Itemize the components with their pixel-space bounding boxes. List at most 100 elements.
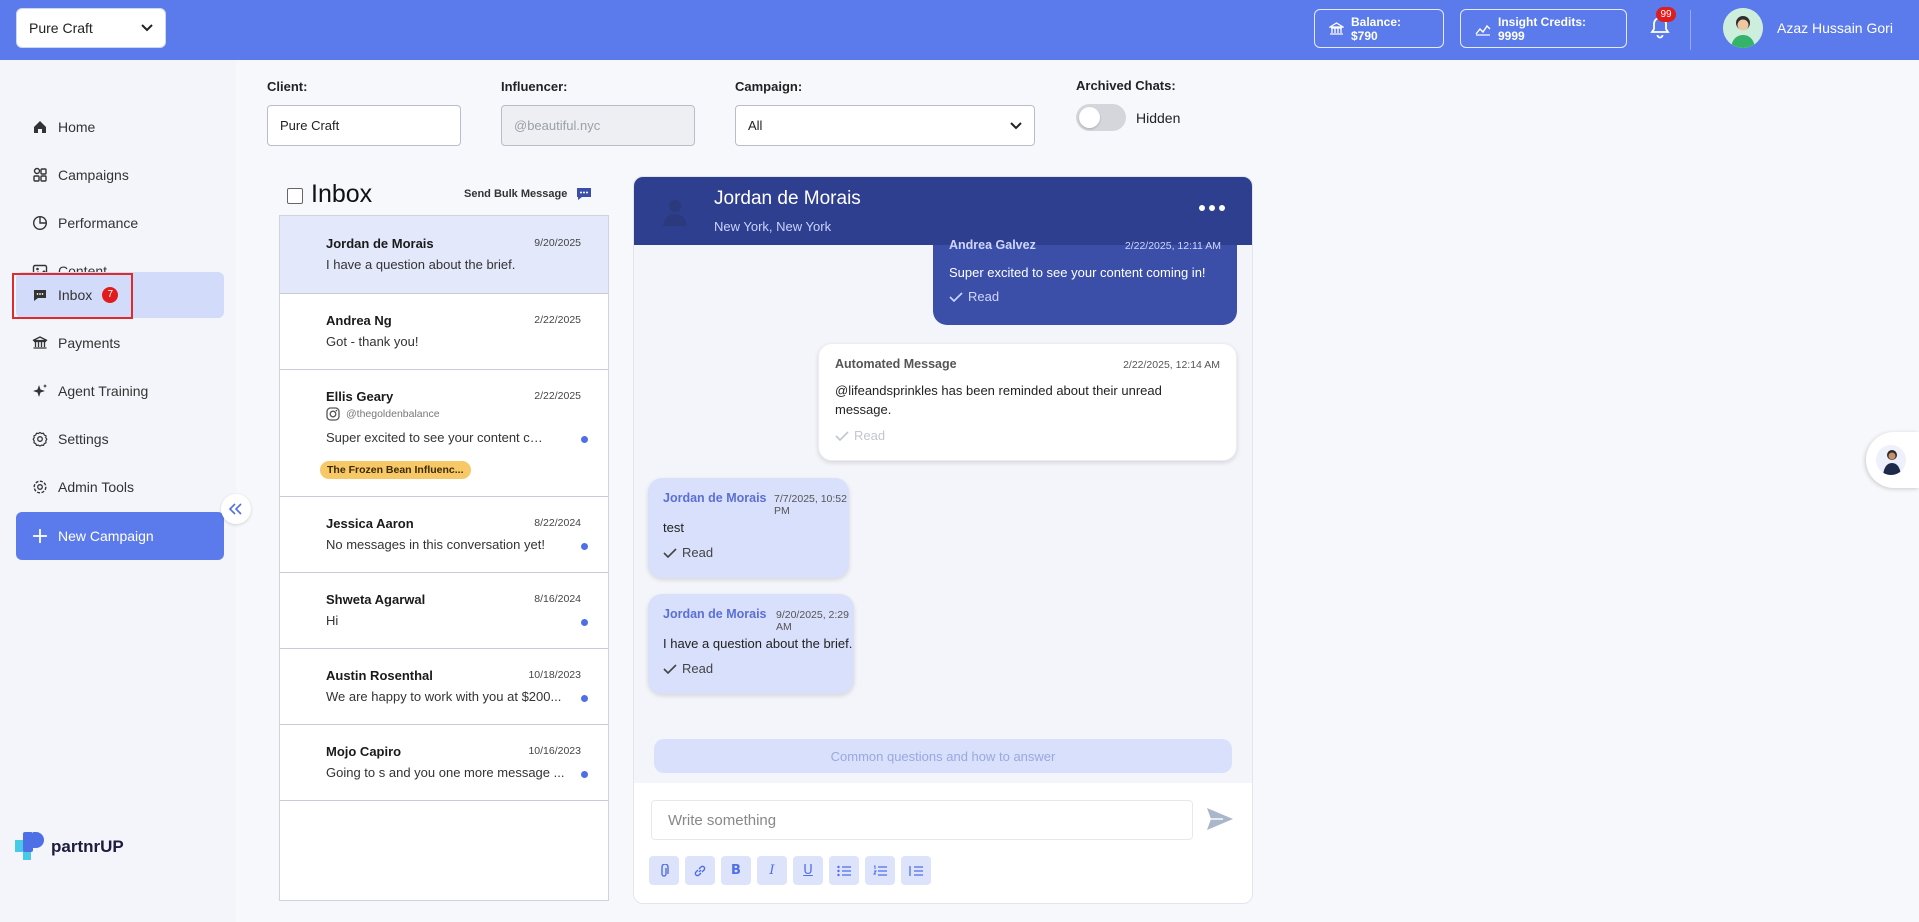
attach-icon[interactable] xyxy=(649,856,679,885)
conversation-preview: I have a question about the brief. xyxy=(326,257,516,272)
link-icon[interactable] xyxy=(685,856,715,885)
insight-credits-button[interactable]: Insight Credits: 9999 xyxy=(1460,9,1627,48)
insight-chart-icon xyxy=(1475,22,1491,36)
read-status: Read xyxy=(854,428,886,443)
double-chevron-left-icon xyxy=(229,503,243,515)
bank-icon xyxy=(1329,21,1344,36)
user-menu[interactable]: Azaz Hussain Gori xyxy=(1723,8,1893,48)
client-field[interactable]: Pure Craft xyxy=(267,105,461,146)
inbox-highlight-outline xyxy=(12,273,133,319)
gear-icon xyxy=(32,431,48,447)
message-time: 2/22/2025, 12:11 AM xyxy=(1124,240,1221,252)
unread-dot xyxy=(581,695,588,702)
campaign-select[interactable]: All xyxy=(735,105,1035,146)
indent-list-icon[interactable] xyxy=(901,856,931,885)
conversation-item[interactable]: Jordan de Morais 9/20/2025 I have a ques… xyxy=(280,216,608,294)
check-icon xyxy=(835,430,849,441)
chevron-down-icon xyxy=(1010,121,1022,130)
sidebar: Home Campaigns Performance Content Inbox… xyxy=(0,60,236,922)
message-bubble: Andrea Galvez 2/22/2025, 12:11 AM Super … xyxy=(933,238,1237,325)
message-text: test xyxy=(663,520,684,535)
unread-dot xyxy=(581,619,588,626)
floating-assistant-button[interactable] xyxy=(1866,432,1919,488)
archived-chats-toggle[interactable] xyxy=(1076,104,1126,131)
unread-dot xyxy=(581,543,588,550)
influencer-field[interactable]: @beautiful.nyc xyxy=(501,105,695,146)
balance-button[interactable]: Balance: $790 xyxy=(1314,9,1444,48)
top-bar: Pure Craft Balance: $790 Insight Credits… xyxy=(0,0,1919,60)
conversation-name: Andrea Ng xyxy=(326,313,392,328)
plus-icon xyxy=(32,528,48,544)
sidebar-item-payments[interactable]: Payments xyxy=(16,320,224,366)
conversation-name: Austin Rosenthal xyxy=(326,668,433,683)
message-text: Super excited to see your content coming… xyxy=(949,265,1206,280)
message-text: I have a question about the brief. xyxy=(663,636,853,651)
sidebar-item-label: Agent Training xyxy=(58,383,149,399)
select-all-checkbox[interactable] xyxy=(287,188,303,204)
underline-icon[interactable]: U xyxy=(793,856,823,885)
sidebar-item-settings[interactable]: Settings xyxy=(16,416,224,462)
campaign-value: All xyxy=(748,118,763,133)
sidebar-item-label: Payments xyxy=(58,335,121,351)
conversation-item[interactable]: Mojo Capiro 10/16/2023 Going to s and yo… xyxy=(280,725,608,801)
conversation-item[interactable]: Andrea Ng 2/22/2025 Got - thank you! xyxy=(280,294,608,370)
instagram-icon xyxy=(326,407,340,421)
message-sender: Jordan de Morais xyxy=(663,491,767,505)
chat-bubble-icon xyxy=(575,186,593,202)
message-text: message. xyxy=(835,402,892,417)
send-icon[interactable] xyxy=(1202,801,1238,837)
conversation-item[interactable]: Shweta Agarwal 8/16/2024 Hi xyxy=(280,573,608,649)
pie-chart-icon xyxy=(32,215,48,231)
send-bulk-message-button[interactable]: Send Bulk Message xyxy=(464,186,593,202)
client-value: Pure Craft xyxy=(280,118,340,133)
conversation-name: Jordan de Morais xyxy=(326,236,434,251)
assistant-avatar xyxy=(1876,445,1906,475)
contact-avatar-icon xyxy=(658,194,692,228)
partnrup-logo: partnrUP xyxy=(15,832,124,862)
numbered-list-icon[interactable] xyxy=(865,856,895,885)
sidebar-item-label: Settings xyxy=(58,431,109,447)
italic-icon[interactable]: I xyxy=(757,856,787,885)
conversation-name: Jessica Aaron xyxy=(326,516,414,531)
admin-gear-icon xyxy=(32,479,48,495)
common-questions-button[interactable]: Common questions and how to answer xyxy=(654,739,1232,773)
logo-text: partnrUP xyxy=(51,837,124,856)
brand-select-value: Pure Craft xyxy=(29,20,93,36)
message-text: @lifeandsprinkles has been reminded abou… xyxy=(835,383,1162,398)
campaign-tag: The Frozen Bean Influenc... xyxy=(320,461,471,479)
read-status: Read xyxy=(682,545,714,560)
influencer-label: Influencer: xyxy=(501,79,568,94)
check-icon xyxy=(949,291,963,302)
conversation-handle: @thegoldenbalance xyxy=(326,407,440,421)
new-campaign-label: New Campaign xyxy=(58,528,154,544)
sidebar-item-admin-tools[interactable]: Admin Tools xyxy=(16,464,224,510)
conversation-date: 2/22/2025 xyxy=(534,390,581,402)
check-icon xyxy=(663,547,677,558)
read-receipt: Read xyxy=(949,289,999,304)
client-label: Client: xyxy=(267,79,308,94)
sparkle-icon xyxy=(32,383,48,399)
new-campaign-button[interactable]: New Campaign xyxy=(16,512,224,560)
message-bubble: Automated Message 2/22/2025, 12:14 AM @l… xyxy=(818,343,1237,461)
conversation-preview: Hi xyxy=(326,613,339,628)
message-sender: Andrea Galvez xyxy=(949,238,1036,252)
message-time: 7/7/2025, 10:52 PM xyxy=(774,493,847,517)
message-bubble: Jordan de Morais 7/7/2025, 10:52 PM test… xyxy=(648,478,849,578)
read-status: Read xyxy=(968,289,1000,304)
brand-select[interactable]: Pure Craft xyxy=(16,8,166,48)
message-input-placeholder: Write something xyxy=(668,811,777,829)
conversation-item[interactable]: Jessica Aaron 8/22/2024 No messages in t… xyxy=(280,497,608,573)
collapse-sidebar-button[interactable] xyxy=(221,494,251,524)
conversation-item[interactable]: Ellis Geary 2/22/2025 @thegoldenbalance … xyxy=(280,370,608,497)
sidebar-item-performance[interactable]: Performance xyxy=(16,200,224,246)
message-input[interactable]: Write something xyxy=(651,800,1193,840)
conversation-item[interactable]: Austin Rosenthal 10/18/2023 We are happy… xyxy=(280,649,608,725)
message-time: 2/22/2025, 12:14 AM xyxy=(1123,359,1220,371)
more-options-icon[interactable] xyxy=(1199,205,1225,211)
sidebar-item-home[interactable]: Home xyxy=(16,104,224,150)
sidebar-item-agent-training[interactable]: Agent Training xyxy=(16,368,224,414)
message-time: 9/20/2025, 2:29 AM xyxy=(776,609,849,633)
bullet-list-icon[interactable] xyxy=(829,856,859,885)
bold-icon[interactable]: B xyxy=(721,856,751,885)
sidebar-item-campaigns[interactable]: Campaigns xyxy=(16,152,224,198)
